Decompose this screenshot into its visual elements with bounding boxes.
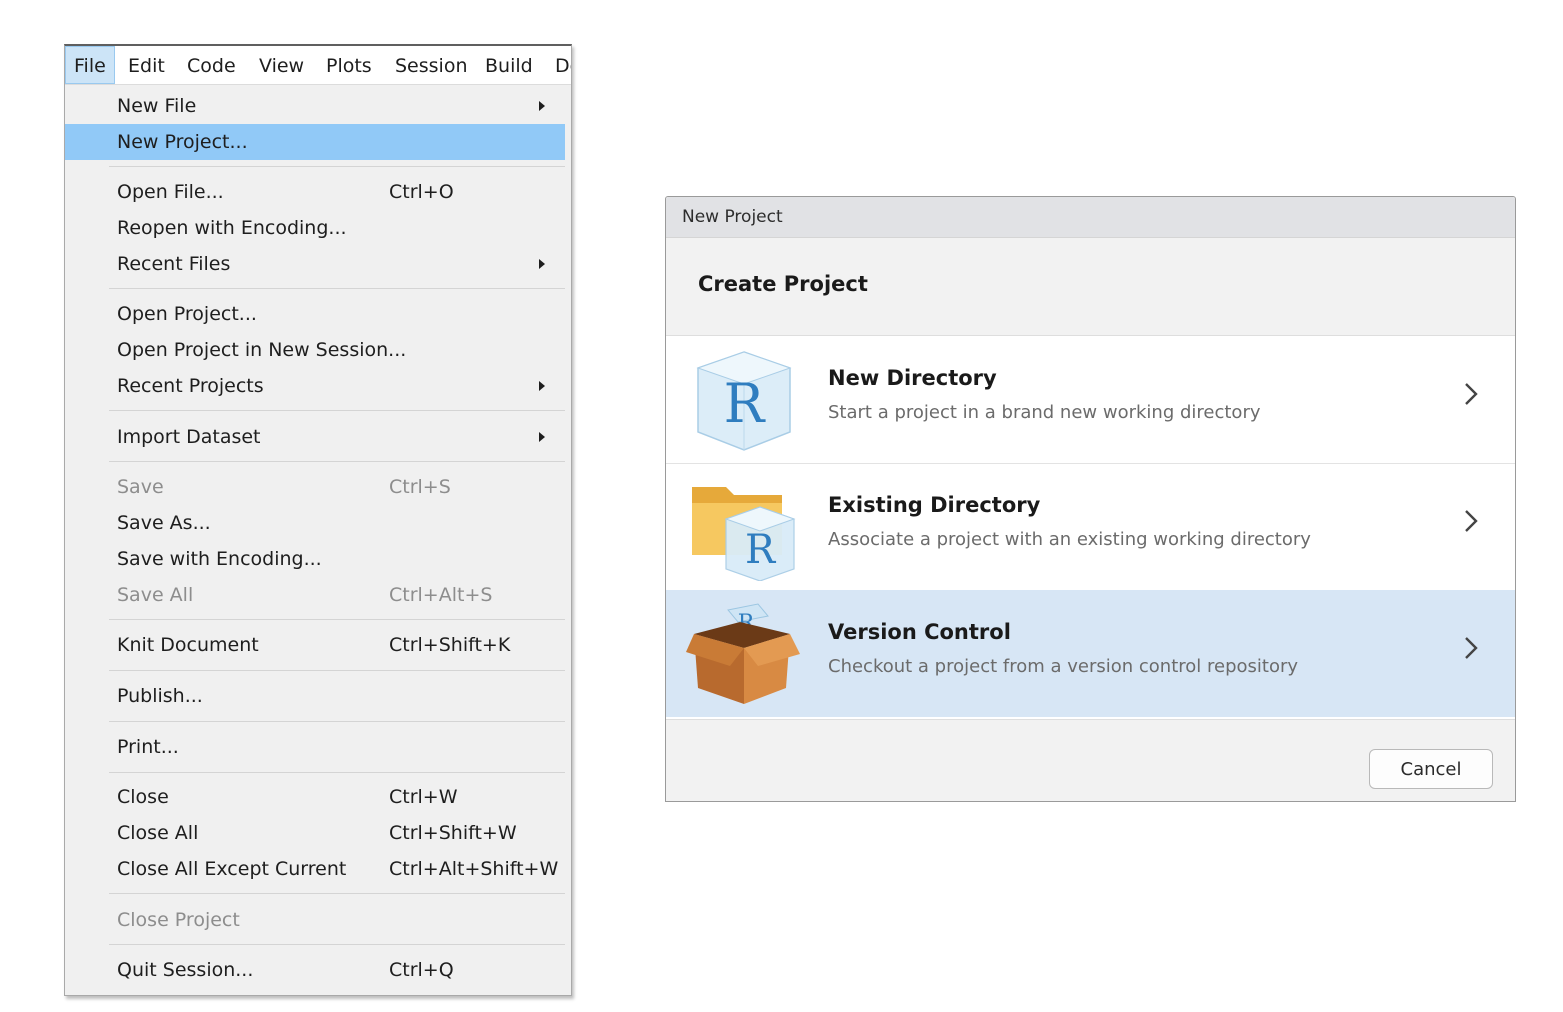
menu-item-label: Reopen with Encoding... — [117, 217, 347, 239]
option-version-control[interactable]: R Version Control Checkout a project fro… — [666, 590, 1515, 717]
menu-item-label: Recent Projects — [117, 375, 264, 397]
menu-item-knit-document[interactable]: Knit Document Ctrl+Shift+K — [65, 627, 565, 663]
menu-item-open-file[interactable]: Open File... Ctrl+O — [65, 174, 565, 210]
menu-item-print[interactable]: Print... — [65, 729, 565, 765]
menu-item-shortcut: Ctrl+Q — [389, 959, 454, 981]
option-description: Associate a project with an existing wor… — [828, 529, 1311, 550]
menu-item-publish[interactable]: Publish... — [65, 678, 565, 714]
menu-item-shortcut: Ctrl+Alt+S — [389, 584, 493, 606]
menu-item-label: Save — [117, 476, 164, 498]
dialog-title: New Project — [682, 207, 783, 227]
menubar-debug[interactable]: De — [547, 46, 571, 84]
menu-item-close[interactable]: Close Ctrl+W — [65, 779, 565, 815]
menu-item-shortcut: Ctrl+O — [389, 181, 454, 203]
menubar-session[interactable]: Session — [387, 46, 476, 84]
menu-separator — [109, 166, 565, 167]
svg-text:R: R — [724, 372, 766, 435]
menubar-view[interactable]: View — [251, 46, 312, 84]
menu-separator — [109, 772, 565, 773]
menu-separator — [109, 619, 565, 620]
menu-item-save-as[interactable]: Save As... — [65, 505, 565, 541]
menu-item-import-dataset[interactable]: Import Dataset — [65, 419, 565, 455]
menu-item-label: Publish... — [117, 685, 203, 707]
menu-item-label: Quit Session... — [117, 959, 254, 981]
menu-item-label: Open Project... — [117, 303, 257, 325]
menu-item-label: Save with Encoding... — [117, 548, 322, 570]
submenu-arrow-icon — [539, 259, 545, 269]
menu-item-label: Print... — [117, 736, 179, 758]
menu-item-shortcut: Ctrl+W — [389, 786, 458, 808]
menu-item-label: Recent Files — [117, 253, 231, 275]
menu-item-shortcut: Ctrl+S — [389, 476, 451, 498]
menubar: File Edit Code View Plots Session Build … — [65, 46, 571, 85]
option-description: Checkout a project from a version contro… — [828, 656, 1299, 677]
option-title: Existing Directory — [828, 493, 1041, 517]
dialog-titlebar: New Project — [666, 197, 1515, 238]
menubar-edit[interactable]: Edit — [120, 46, 173, 84]
menu-item-label: Close Project — [117, 909, 240, 931]
menu-item-recent-files[interactable]: Recent Files — [65, 246, 565, 282]
menu-item-reopen-with-encoding[interactable]: Reopen with Encoding... — [65, 210, 565, 246]
menu-separator — [109, 893, 565, 894]
menu-separator — [109, 461, 565, 462]
menu-item-shortcut: Ctrl+Alt+Shift+W — [389, 858, 559, 880]
menu-separator — [109, 721, 565, 722]
cancel-button[interactable]: Cancel — [1369, 749, 1493, 789]
option-new-directory[interactable]: R New Directory Start a project in a bra… — [666, 336, 1515, 464]
option-existing-directory[interactable]: R Existing Directory Associate a project… — [666, 463, 1515, 591]
option-title: New Directory — [828, 366, 997, 390]
menu-separator — [109, 410, 565, 411]
cardboard-box-icon: R — [686, 603, 800, 704]
menu-item-open-project[interactable]: Open Project... — [65, 296, 565, 332]
submenu-arrow-icon — [539, 432, 545, 442]
dialog-heading: Create Project — [698, 272, 868, 296]
menu-item-label: Save All — [117, 584, 194, 606]
menu-item-close-all-except-current[interactable]: Close All Except Current Ctrl+Alt+Shift+… — [65, 851, 565, 887]
file-menu-window: File Edit Code View Plots Session Build … — [64, 44, 572, 996]
menu-item-label: Close — [117, 786, 169, 808]
menu-item-label: New File — [117, 95, 197, 117]
menubar-file[interactable]: File — [65, 46, 115, 84]
menu-item-shortcut: Ctrl+Shift+K — [389, 634, 511, 656]
folder-r-icon: R — [692, 487, 796, 581]
menu-item-close-all[interactable]: Close All Ctrl+Shift+W — [65, 815, 565, 851]
submenu-arrow-icon — [539, 381, 545, 391]
menu-item-new-project[interactable]: New Project... — [65, 124, 565, 160]
menu-item-recent-projects[interactable]: Recent Projects — [65, 368, 565, 404]
menu-separator — [109, 944, 565, 945]
menu-item-save-with-encoding[interactable]: Save with Encoding... — [65, 541, 565, 577]
svg-text:R: R — [745, 527, 777, 573]
project-type-list: R New Directory Start a project in a bra… — [666, 335, 1515, 720]
menu-item-label: Close All Except Current — [117, 858, 347, 880]
menu-item-label: Import Dataset — [117, 426, 261, 448]
chevron-right-icon — [1465, 637, 1478, 659]
menu-item-save[interactable]: Save Ctrl+S — [65, 469, 565, 505]
menu-item-label: Open File... — [117, 181, 224, 203]
r-cube-icon: R — [696, 351, 792, 451]
menubar-code[interactable]: Code — [179, 46, 244, 84]
menu-separator — [109, 288, 565, 289]
option-description: Start a project in a brand new working d… — [828, 402, 1261, 423]
menu-item-label: New Project... — [117, 131, 248, 153]
menu-separator — [109, 670, 565, 671]
menu-item-label: Save As... — [117, 512, 211, 534]
menu-item-save-all[interactable]: Save All Ctrl+Alt+S — [65, 577, 565, 613]
new-project-dialog: New Project Create Project R New Directo… — [665, 196, 1516, 802]
chevron-right-icon — [1465, 383, 1478, 405]
menu-item-label: Knit Document — [117, 634, 259, 656]
menu-item-open-project-new-session[interactable]: Open Project in New Session... — [65, 332, 565, 368]
menubar-build[interactable]: Build — [477, 46, 541, 84]
menubar-plots[interactable]: Plots — [318, 46, 380, 84]
menu-item-quit-session[interactable]: Quit Session... Ctrl+Q — [65, 952, 565, 988]
menu-item-shortcut: Ctrl+Shift+W — [389, 822, 517, 844]
chevron-right-icon — [1465, 510, 1478, 532]
menu-item-label: Close All — [117, 822, 199, 844]
option-title: Version Control — [828, 620, 1011, 644]
menu-item-label: Open Project in New Session... — [117, 339, 407, 361]
menu-item-close-project[interactable]: Close Project — [65, 902, 565, 938]
submenu-arrow-icon — [539, 101, 545, 111]
menu-item-new-file[interactable]: New File — [65, 88, 565, 124]
